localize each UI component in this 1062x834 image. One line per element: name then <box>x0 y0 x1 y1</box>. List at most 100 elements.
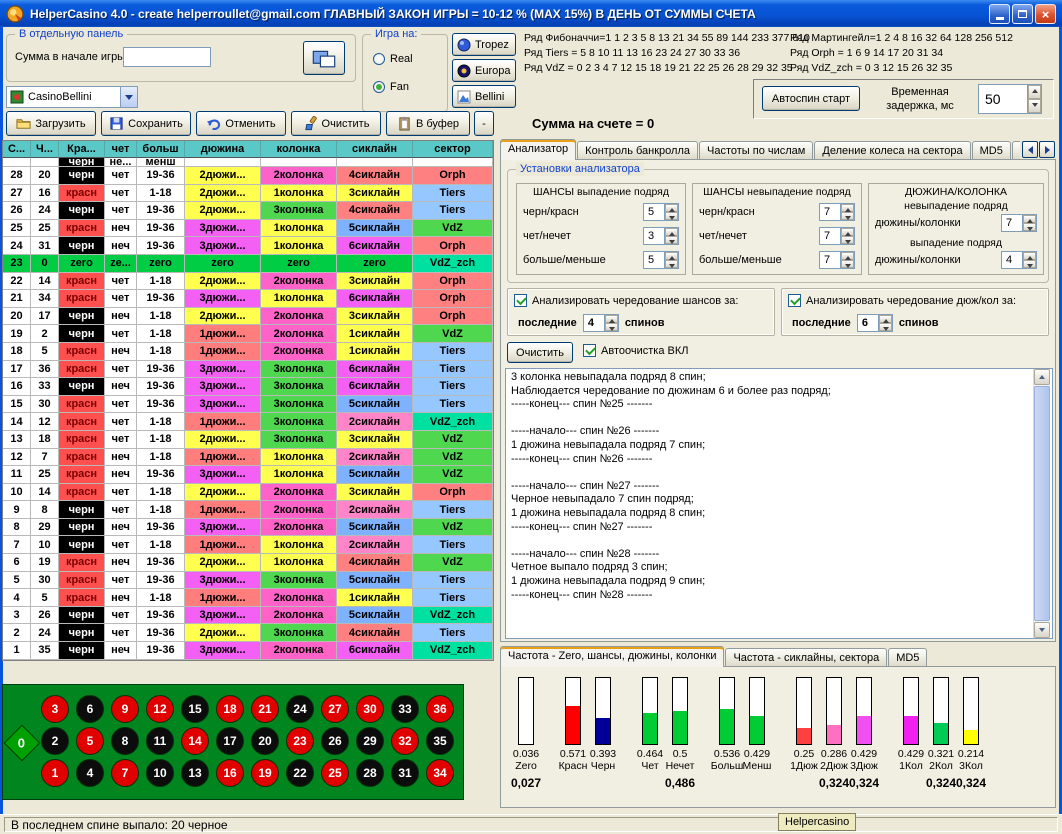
table-row[interactable]: 185красннеч1-181дюжи...2колонка1сиклайнT… <box>3 343 493 361</box>
spin-down-icon[interactable] <box>605 323 618 331</box>
board-number[interactable]: 22 <box>286 759 314 787</box>
column-header[interactable]: больш <box>137 141 185 158</box>
undo-button[interactable]: Отменить <box>196 111 286 136</box>
scroll-up-button[interactable] <box>1034 369 1050 385</box>
clear-button[interactable]: Очистить <box>291 111 381 136</box>
board-number[interactable]: 35 <box>426 727 454 755</box>
absent-highlow-spinner[interactable]: 7 <box>819 251 855 269</box>
appear-blackred-spinner[interactable]: 5 <box>643 203 679 221</box>
board-number[interactable]: 31 <box>391 759 419 787</box>
spin-up-icon[interactable] <box>841 228 854 236</box>
table-row[interactable]: 619красннеч19-362дюжи...1колонка4сиклайн… <box>3 554 493 572</box>
spin-up-icon[interactable] <box>841 252 854 260</box>
column-header[interactable]: Кра... <box>59 141 105 158</box>
board-number[interactable]: 6 <box>76 695 104 723</box>
table-row[interactable]: 829черннеч19-363дюжи...2колонка5сиклайнV… <box>3 519 493 537</box>
board-number[interactable]: 7 <box>111 759 139 787</box>
start-sum-input[interactable] <box>123 47 211 67</box>
column-header[interactable]: Ч... <box>31 141 59 158</box>
maximize-button[interactable] <box>1012 4 1033 24</box>
spin-down-icon[interactable] <box>841 236 854 244</box>
board-number[interactable]: 33 <box>391 695 419 723</box>
tab[interactable]: Анализатор <box>500 139 576 160</box>
board-number[interactable]: 18 <box>216 695 244 723</box>
radio-fan-bullet[interactable] <box>373 81 385 93</box>
spin-up-icon[interactable] <box>841 204 854 212</box>
scroll-down-button[interactable] <box>1034 622 1050 638</box>
delay-value[interactable]: 50 <box>979 85 1027 113</box>
dozen-appear-spinner[interactable]: 4 <box>1001 251 1037 269</box>
minimize-button[interactable] <box>989 4 1010 24</box>
table-row[interactable]: 1736краснчет19-363дюжи...3колонка6сиклай… <box>3 361 493 379</box>
board-number[interactable]: 24 <box>286 695 314 723</box>
delay-spin-up-icon[interactable] <box>1028 85 1041 99</box>
column-header[interactable]: колонка <box>261 141 337 158</box>
tab[interactable]: Частота - Zero, шансы, дюжины, колонки <box>500 646 724 667</box>
spins-table[interactable]: С...Ч...Кра...четбольшдюжинаколонкасикла… <box>2 140 494 661</box>
autospin-start-button[interactable]: Автоспин старт <box>762 86 860 111</box>
board-number[interactable]: 13 <box>181 759 209 787</box>
alt-dozens-spinner[interactable]: 6 <box>857 314 893 332</box>
column-header[interactable]: С... <box>3 141 31 158</box>
delay-spin-down-icon[interactable] <box>1028 99 1041 113</box>
spin-down-icon[interactable] <box>1023 223 1036 231</box>
board-number[interactable]: 36 <box>426 695 454 723</box>
tab[interactable]: MD5 <box>972 141 1011 160</box>
table-row[interactable]: 98чернчет1-181дюжи...2колонка2сиклайнTie… <box>3 501 493 519</box>
spin-down-icon[interactable] <box>879 323 892 331</box>
log-scrollbar[interactable] <box>1033 369 1050 638</box>
table-row[interactable]: 1318краснчет1-182дюжи...3колонка3сиклайн… <box>3 431 493 449</box>
analysis-log[interactable]: 3 колонка невыпадала подряд 8 спин; Набл… <box>505 368 1053 639</box>
close-button[interactable]: × <box>1035 4 1056 24</box>
spin-down-icon[interactable] <box>665 212 678 220</box>
bellini-button[interactable]: Bellini <box>452 85 516 108</box>
board-number[interactable]: 28 <box>356 759 384 787</box>
table-row[interactable]: 127красннеч1-181дюжи...1колонка2сиклайнV… <box>3 449 493 467</box>
board-number[interactable]: 25 <box>321 759 349 787</box>
table-row[interactable]: 135черннеч19-363дюжи...2колонка6сиклайнV… <box>3 642 493 660</box>
radio-fan[interactable]: Fan <box>373 81 409 93</box>
tab-scroll-right-button[interactable] <box>1039 141 1055 158</box>
tab[interactable]: Частота - сиклайны, сектора <box>725 648 887 667</box>
scrollbar-thumb[interactable] <box>1034 386 1050 621</box>
board-number[interactable]: 3 <box>41 695 69 723</box>
column-header[interactable]: сектор <box>413 141 493 158</box>
spin-up-icon[interactable] <box>1023 215 1036 223</box>
board-number[interactable]: 1 <box>41 759 69 787</box>
board-number[interactable]: 9 <box>111 695 139 723</box>
table-row[interactable]: 1412краснчет1-181дюжи...3колонка2сиклайн… <box>3 413 493 431</box>
to-buffer-button[interactable]: В буфер <box>386 111 470 136</box>
board-number[interactable]: 19 <box>251 759 279 787</box>
autoclear-checkbox[interactable] <box>583 344 596 357</box>
table-row[interactable]: 1633черннеч19-363дюжи...3колонка6сиклайн… <box>3 378 493 396</box>
board-number[interactable]: 16 <box>216 759 244 787</box>
absent-evenodd-spinner[interactable]: 7 <box>819 227 855 245</box>
tab[interactable]: Частоты по числам <box>699 141 813 160</box>
radio-real-bullet[interactable] <box>373 53 385 65</box>
load-button[interactable]: Загрузить <box>6 111 96 136</box>
spin-down-icon[interactable] <box>665 260 678 268</box>
spin-up-icon[interactable] <box>665 252 678 260</box>
spin-up-icon[interactable] <box>605 315 618 323</box>
spin-up-icon[interactable] <box>879 315 892 323</box>
table-row[interactable]: 2716краснчет1-182дюжи...1колонка3сиклайн… <box>3 185 493 203</box>
combo-dropdown-button[interactable] <box>120 87 137 107</box>
tab-scroll-left-button[interactable] <box>1022 141 1038 158</box>
spin-up-icon[interactable] <box>665 204 678 212</box>
detach-panel-button[interactable] <box>303 41 345 75</box>
alt-chances-spinner[interactable]: 4 <box>583 314 619 332</box>
casino-select[interactable]: CasinoBellini <box>6 86 138 108</box>
europa-button[interactable]: Europa <box>452 59 516 82</box>
column-header[interactable]: сиклайн <box>337 141 413 158</box>
board-number[interactable]: 8 <box>111 727 139 755</box>
board-number[interactable]: 32 <box>391 727 419 755</box>
board-number[interactable]: 14 <box>181 727 209 755</box>
column-header[interactable]: чет <box>105 141 137 158</box>
spin-down-icon[interactable] <box>841 260 854 268</box>
board-number[interactable]: 29 <box>356 727 384 755</box>
board-number[interactable]: 30 <box>356 695 384 723</box>
spin-down-icon[interactable] <box>1023 260 1036 268</box>
table-row[interactable]: 192чернчет1-181дюжи...2колонка1сиклайнVd… <box>3 325 493 343</box>
column-header[interactable]: дюжина <box>185 141 261 158</box>
alt-chances-checkbox[interactable] <box>514 294 527 307</box>
